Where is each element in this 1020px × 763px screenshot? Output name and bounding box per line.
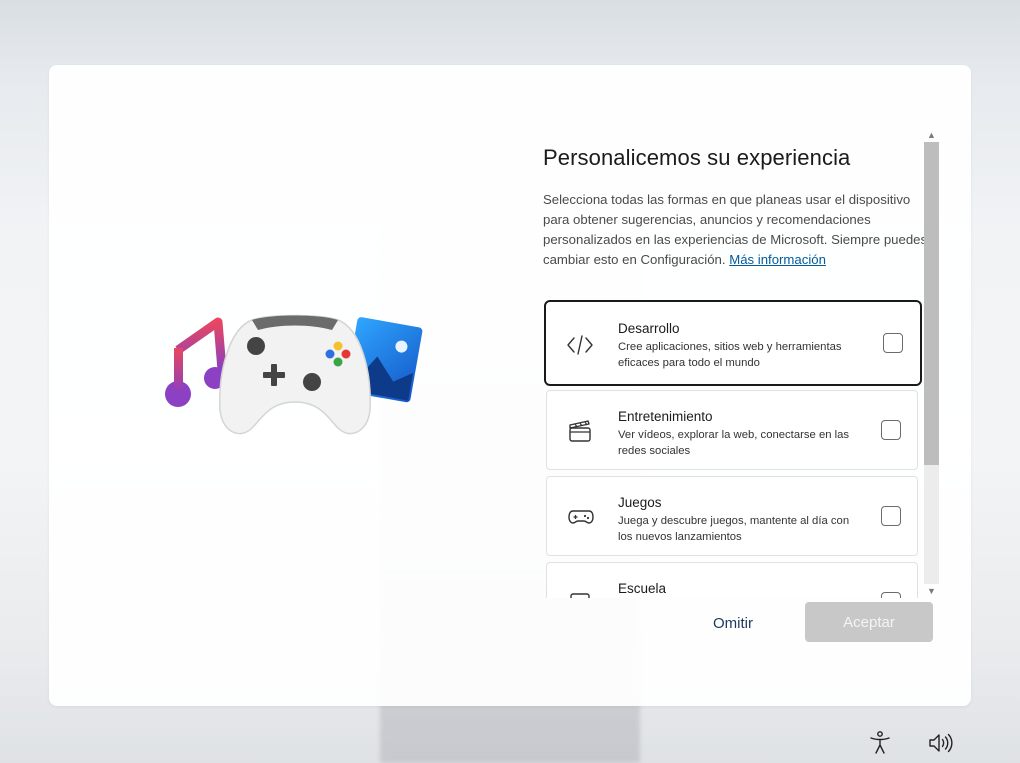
page-title: Personalicemos su experiencia	[543, 145, 851, 170]
option-subtitle: Ver vídeos, explorar la web, conectarse …	[618, 429, 850, 457]
accessibility-icon[interactable]	[867, 730, 893, 756]
school-icon	[570, 593, 590, 598]
scroll-down-arrow-icon[interactable]: ▼	[924, 584, 939, 598]
option-title: Entretenimiento	[618, 409, 713, 424]
option-checkbox-entretenimiento[interactable]	[881, 420, 901, 440]
gamepad-icon	[568, 510, 594, 524]
option-subtitle: Juega y descubre juegos, mantente al día…	[618, 515, 850, 543]
music-note-icon	[165, 317, 227, 407]
more-info-link[interactable]: Más información	[729, 252, 826, 267]
option-title: Escuela	[618, 581, 667, 596]
option-checkbox-juegos[interactable]	[881, 506, 901, 526]
option-escuela[interactable]: Escuela	[546, 562, 918, 598]
option-juegos[interactable]: Juegos Juega y descubre juegos, mantente…	[546, 476, 918, 556]
option-checkbox-escuela[interactable]	[881, 592, 901, 598]
option-title: Desarrollo	[618, 321, 680, 336]
options-scrollbar[interactable]: ▲ ▼	[924, 128, 939, 598]
scrollbar-thumb[interactable]	[924, 142, 939, 465]
accept-button[interactable]: Aceptar	[805, 602, 933, 642]
skip-button[interactable]: Omitir	[683, 603, 783, 643]
option-subtitle: Cree aplicaciones, sitios web y herramie…	[618, 341, 842, 369]
option-checkbox-desarrollo[interactable]	[883, 333, 903, 353]
code-icon	[567, 335, 593, 355]
gamepad-illustration	[219, 314, 371, 435]
scroll-up-arrow-icon[interactable]: ▲	[924, 128, 939, 142]
illustration-music-gamepad-photos	[165, 314, 423, 435]
page-description: Selecciona todas las formas en que plane…	[543, 190, 928, 270]
option-desarrollo[interactable]: Desarrollo Cree aplicaciones, sitios web…	[544, 300, 922, 386]
option-entretenimiento[interactable]: Entretenimiento Ver vídeos, explorar la …	[546, 390, 918, 470]
clapperboard-icon	[569, 420, 591, 442]
option-title: Juegos	[618, 495, 662, 510]
volume-icon[interactable]	[927, 730, 953, 756]
usage-options-list[interactable]: Desarrollo Cree aplicaciones, sitios web…	[540, 298, 926, 598]
